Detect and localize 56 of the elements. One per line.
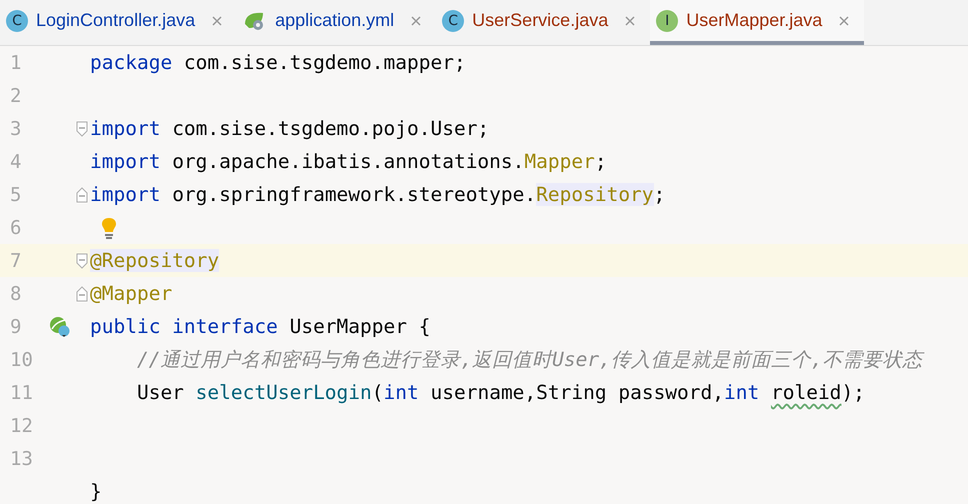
line-number: 3 <box>9 118 22 140</box>
file-tab[interactable]: C UserService.java <box>436 0 650 45</box>
code-token: Mapper <box>524 150 595 173</box>
line-number: 7 <box>9 250 22 272</box>
code-token: com.sise.tsgdemo.mapper; <box>182 51 466 74</box>
class-icon: C <box>6 10 28 32</box>
code-token: import <box>90 150 160 173</box>
interface-icon: I <box>656 10 678 32</box>
code-token: import <box>90 183 160 206</box>
code-token: username,String password, <box>430 381 724 404</box>
code-token: @Mapper <box>90 282 172 305</box>
line-number: 10 <box>9 348 34 370</box>
code-token: selectUserLogin <box>196 381 372 404</box>
code-token: roleid <box>770 381 842 404</box>
line-number: 6 <box>9 216 22 238</box>
line-number: 5 <box>9 184 22 206</box>
line-number: 13 <box>9 448 34 470</box>
code-token: org.apache.ibatis.annotations. <box>171 150 524 173</box>
close-icon[interactable] <box>211 14 224 26</box>
code-token: ); <box>841 381 865 404</box>
code-token: com.sise.tsgdemo.pojo.User; <box>171 117 490 140</box>
close-icon[interactable] <box>410 14 422 26</box>
fold-icon[interactable] <box>76 286 88 302</box>
lightbulb-icon[interactable] <box>100 216 118 240</box>
code-token: //通过用户名和密码与角色进行登录,返回值时User,传入值是就是前面三个,不需要状态 <box>136 347 923 373</box>
code-token: public interface <box>90 315 278 338</box>
code-token: User <box>136 381 185 404</box>
code-token: package <box>90 51 172 74</box>
line-number: 9 <box>9 316 22 338</box>
fold-icon[interactable] <box>76 120 88 136</box>
code-token: Repository <box>536 183 654 206</box>
fold-icon[interactable] <box>76 186 88 202</box>
line-number: 11 <box>9 382 34 404</box>
fold-icon[interactable] <box>76 252 88 268</box>
bean-icon[interactable] <box>48 316 72 338</box>
code-token: } <box>90 480 102 503</box>
code-token: import <box>90 117 160 140</box>
line-number: 2 <box>9 84 22 106</box>
close-icon[interactable] <box>624 14 636 26</box>
file-tab[interactable]: application.yml <box>237 0 436 45</box>
line-number: 12 <box>9 414 34 436</box>
code-token: @Repository <box>90 249 220 272</box>
code-token: UserMapper { <box>288 315 430 338</box>
class-icon: C <box>442 10 464 32</box>
code-token: ; <box>654 183 666 206</box>
code-token: ; <box>594 150 607 173</box>
close-icon[interactable] <box>838 14 850 26</box>
code-token: int <box>724 381 760 404</box>
code-token: ( <box>372 381 384 404</box>
code-token: int <box>384 381 419 404</box>
code-token: org.springframework.stereotype. <box>171 183 536 206</box>
line-number: 4 <box>9 150 22 172</box>
file-tab[interactable]: C LoginController.java <box>0 0 238 45</box>
file-tab[interactable]: I UserMapper.java <box>650 0 864 45</box>
line-number: 1 <box>9 52 22 74</box>
line-number: 8 <box>9 282 22 304</box>
